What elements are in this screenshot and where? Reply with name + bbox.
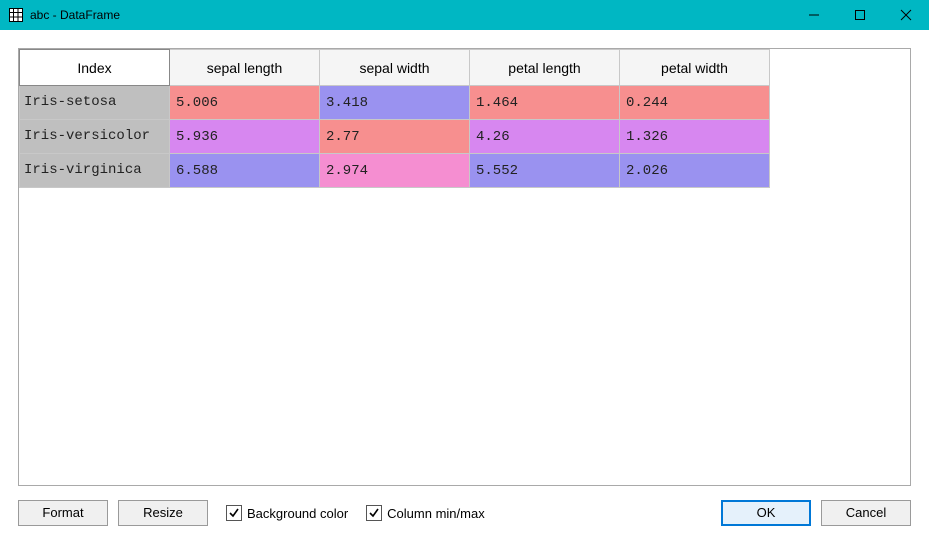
titlebar: abc - DataFrame (0, 0, 929, 30)
data-cell[interactable]: 5.552 (470, 154, 620, 188)
minimize-button[interactable] (791, 0, 837, 30)
data-table: Index sepal lengthsepal widthpetal lengt… (19, 49, 770, 188)
checkbox-box (226, 505, 242, 521)
data-cell[interactable]: 2.77 (320, 120, 470, 154)
column-header[interactable]: petal length (470, 50, 620, 86)
column-header[interactable]: sepal width (320, 50, 470, 86)
table-row: Iris-versicolor5.9362.774.261.326 (20, 120, 770, 154)
data-cell[interactable]: 0.244 (620, 86, 770, 120)
ok-button[interactable]: OK (721, 500, 811, 526)
data-cell[interactable]: 5.006 (170, 86, 320, 120)
dataframe-grid[interactable]: Index sepal lengthsepal widthpetal lengt… (18, 48, 911, 486)
table-row: Iris-setosa5.0063.4181.4640.244 (20, 86, 770, 120)
data-cell[interactable]: 2.974 (320, 154, 470, 188)
index-cell[interactable]: Iris-versicolor (20, 120, 170, 154)
background-color-label: Background color (247, 506, 348, 521)
column-minmax-label: Column min/max (387, 506, 485, 521)
data-cell[interactable]: 5.936 (170, 120, 320, 154)
column-header[interactable]: sepal length (170, 50, 320, 86)
data-cell[interactable]: 6.588 (170, 154, 320, 188)
close-button[interactable] (883, 0, 929, 30)
app-icon (8, 7, 24, 23)
index-cell[interactable]: Iris-virginica (20, 154, 170, 188)
data-cell[interactable]: 4.26 (470, 120, 620, 154)
index-cell[interactable]: Iris-setosa (20, 86, 170, 120)
index-header[interactable]: Index (20, 50, 170, 86)
window-title: abc - DataFrame (30, 8, 120, 22)
column-minmax-checkbox[interactable]: Column min/max (366, 505, 485, 521)
table-row: Iris-virginica6.5882.9745.5522.026 (20, 154, 770, 188)
checkbox-box (366, 505, 382, 521)
maximize-button[interactable] (837, 0, 883, 30)
data-cell[interactable]: 1.326 (620, 120, 770, 154)
data-cell[interactable]: 1.464 (470, 86, 620, 120)
data-cell[interactable]: 2.026 (620, 154, 770, 188)
cancel-button[interactable]: Cancel (821, 500, 911, 526)
column-header[interactable]: petal width (620, 50, 770, 86)
data-cell[interactable]: 3.418 (320, 86, 470, 120)
background-color-checkbox[interactable]: Background color (226, 505, 348, 521)
footer-bar: Format Resize Background color Column mi… (18, 486, 911, 526)
resize-button[interactable]: Resize (118, 500, 208, 526)
format-button[interactable]: Format (18, 500, 108, 526)
